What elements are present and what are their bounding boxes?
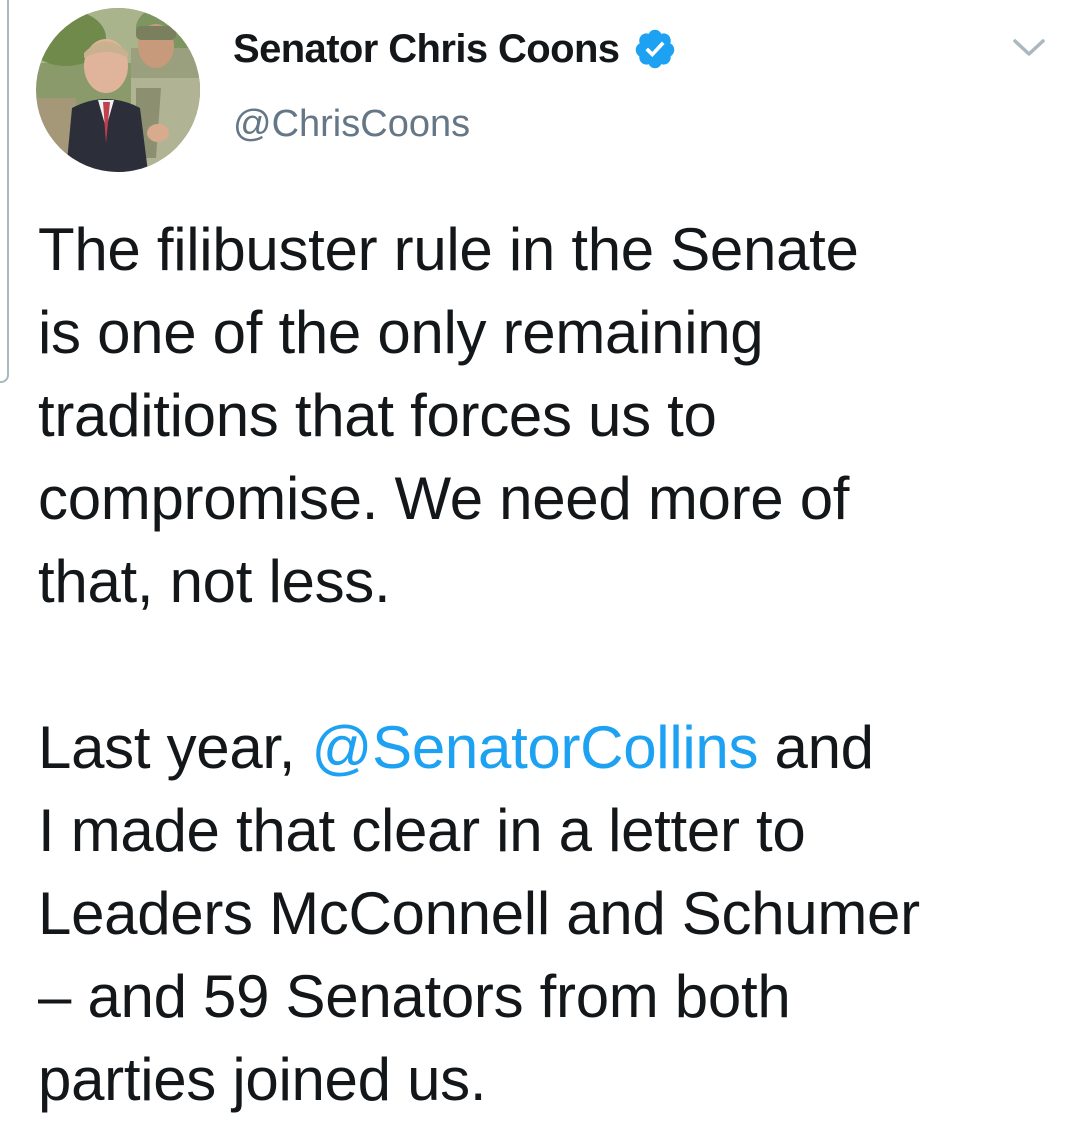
tweet-line: traditions that forces us to [38, 382, 717, 449]
tweet-line: and [758, 714, 875, 781]
mention-link-senatorcollins[interactable]: @SenatorCollins [312, 714, 759, 781]
tweet-body: The filibuster rule in the Senate is one… [38, 208, 1068, 1121]
author-name-text: Senator Chris Coons [233, 27, 620, 71]
avatar[interactable] [36, 8, 200, 172]
tweet-line: Last year, [38, 714, 312, 781]
more-options-button[interactable] [1007, 28, 1051, 68]
tweet-line: compromise. We need more of [38, 465, 850, 532]
author-display-name[interactable]: Senator Chris Coons [233, 26, 677, 72]
tweet-line: – and 59 Senators from both [38, 963, 791, 1030]
tweet-line: that, not less. [38, 548, 391, 615]
tweet-paragraph: The filibuster rule in the Senate is one… [38, 208, 1068, 623]
tweet-line: parties joined us. [38, 1046, 487, 1113]
tweet-line: I made that clear in a letter to [38, 797, 806, 864]
verified-badge-icon [633, 27, 677, 71]
tweet-line: The filibuster rule in the Senate [38, 216, 859, 283]
tweet-line: Leaders McConnell and Schumer [38, 880, 920, 947]
thread-connector-line [0, 0, 9, 383]
author-handle[interactable]: @ChrisCoons [233, 102, 470, 146]
tweet-line: is one of the only remaining [38, 299, 764, 366]
chevron-down-icon [1013, 39, 1045, 56]
avatar-photo [36, 8, 200, 172]
tweet-paragraph: Last year, @SenatorCollins and I made th… [38, 706, 1068, 1121]
